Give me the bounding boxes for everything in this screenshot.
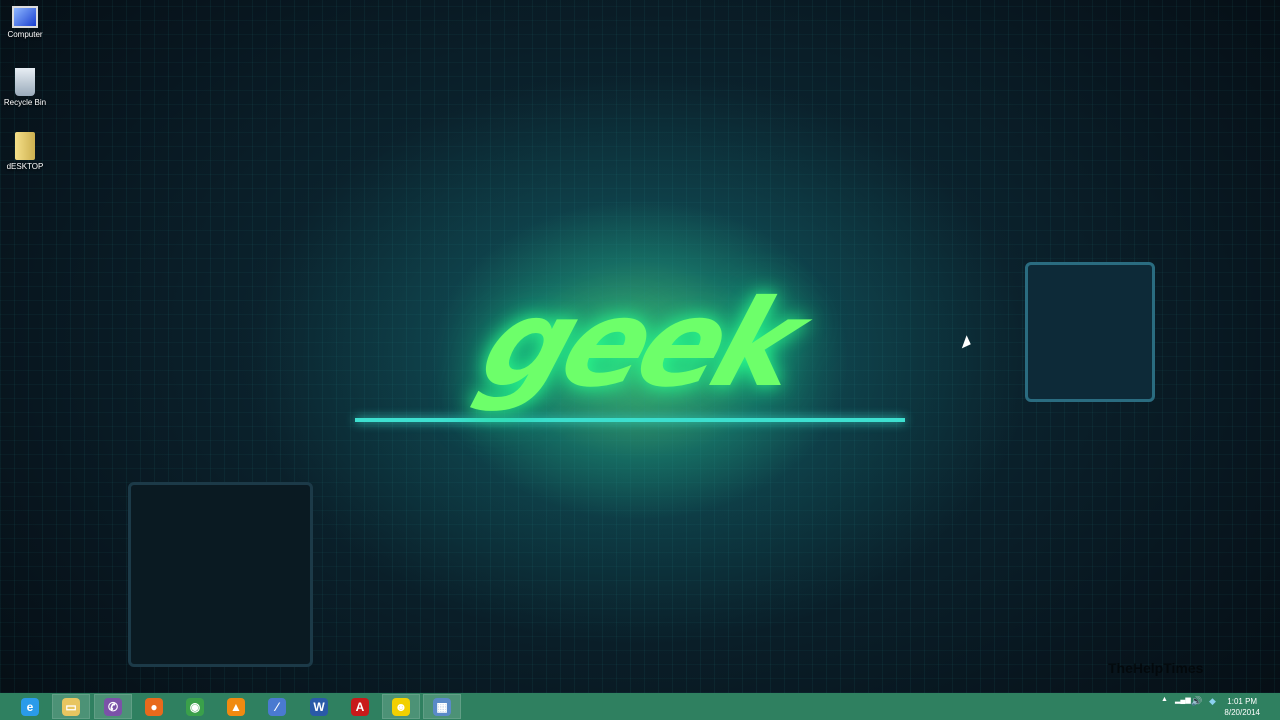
word-icon: W xyxy=(310,697,328,716)
fan-graphic xyxy=(128,482,313,667)
taskbar-control-panel-button[interactable]: ▦ xyxy=(423,694,461,719)
viber-icon: ✆ xyxy=(104,697,122,716)
taskbar-chrome-button[interactable]: ◉ xyxy=(176,694,214,719)
taskbar-firefox-button[interactable]: ● xyxy=(135,694,173,719)
control-panel-icon: ▦ xyxy=(433,697,451,716)
cpu-chip-graphic xyxy=(1025,262,1155,402)
glow-line xyxy=(355,418,905,422)
taskbar-word-button[interactable]: W xyxy=(300,694,338,719)
clock-time: 1:01 PM xyxy=(1227,697,1258,706)
vlc-icon: ▲ xyxy=(227,697,245,716)
taskbar-paint-button[interactable]: ⁄ xyxy=(258,694,296,719)
desktop-wallpaper: geek TheHelpTimes xyxy=(0,0,1280,693)
taskbar-viber-button[interactable]: ✆ xyxy=(94,694,132,719)
volume-icon[interactable]: 🔊 xyxy=(1191,696,1202,707)
cyberghost-icon: ☻ xyxy=(392,697,410,716)
clock-date: 8/20/2014 xyxy=(1224,708,1260,717)
taskbar-file-explorer-button[interactable]: ▭ xyxy=(52,694,90,719)
desktop-icon-folder[interactable]: dESKTOP xyxy=(0,132,50,171)
chrome-icon: ◉ xyxy=(186,697,204,716)
taskbar-vlc-button[interactable]: ▲ xyxy=(217,694,255,719)
folder-icon xyxy=(15,132,35,160)
file-explorer-icon: ▭ xyxy=(62,697,80,716)
internet-explorer-icon: e xyxy=(21,697,39,716)
paint-icon: ⁄ xyxy=(268,697,286,716)
desktop-icon-label: dESKTOP xyxy=(6,162,44,171)
dropbox-icon[interactable]: ◆ xyxy=(1209,696,1216,707)
firefox-icon: ● xyxy=(145,697,163,716)
computer-icon xyxy=(12,6,38,28)
network-icon[interactable]: ▂▄▆ xyxy=(1175,696,1191,704)
desktop-icon-label: Recycle Bin xyxy=(3,98,47,107)
acrobat-icon: A xyxy=(351,697,369,716)
taskbar: e ▭ ✆ ● ◉ ▲ ⁄ W A ☻ ▦ xyxy=(0,693,1280,720)
desktop-icon-recycle-bin[interactable]: Recycle Bin xyxy=(0,68,50,107)
desktop-icon-label: Computer xyxy=(7,30,43,39)
show-hidden-icons-button[interactable]: ▲ xyxy=(1161,696,1168,703)
recycle-bin-icon xyxy=(15,68,35,96)
geek-logo: geek xyxy=(465,275,815,414)
taskbar-acrobat-button[interactable]: A xyxy=(341,694,379,719)
desktop-icon-computer[interactable]: Computer xyxy=(0,6,50,39)
watermark: TheHelpTimes xyxy=(1108,660,1204,676)
taskbar-internet-explorer-button[interactable]: e xyxy=(11,694,49,719)
taskbar-cyberghost-button[interactable]: ☻ xyxy=(382,694,420,719)
clock[interactable]: 1:01 PM 8/20/2014 xyxy=(1224,696,1260,718)
